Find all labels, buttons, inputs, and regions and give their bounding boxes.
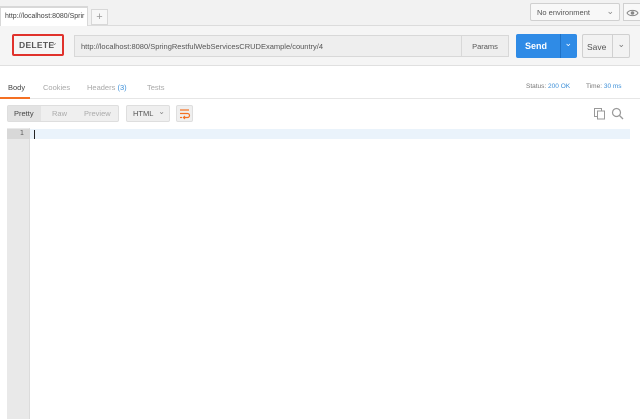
view-mode-group: Pretty Raw Preview — [7, 105, 119, 122]
eye-icon — [626, 9, 639, 17]
text-cursor — [34, 130, 35, 139]
headers-count-badge: (3) — [117, 83, 127, 92]
url-input[interactable]: http://localhost:8080/SpringRestfulWebSe… — [74, 35, 461, 57]
chevron-down-icon: ⌄ — [158, 107, 165, 116]
tab-body[interactable]: Body — [8, 83, 25, 92]
save-label: Save — [587, 42, 607, 52]
environment-quick-look-button[interactable] — [623, 3, 640, 21]
request-tab-label: http://localhost:8080/Sprir — [5, 13, 85, 20]
tab-tests[interactable]: Tests — [147, 83, 165, 92]
line-number-gutter — [7, 128, 30, 419]
wrap-lines-button[interactable] — [176, 105, 193, 122]
format-label: HTML — [133, 109, 154, 118]
params-button[interactable]: Params — [461, 35, 509, 57]
time-label: Time: — [586, 83, 603, 90]
response-body-editor[interactable]: 1 — [7, 128, 630, 419]
status-value: 200 OK — [548, 83, 571, 90]
copy-icon[interactable] — [593, 107, 606, 120]
mode-preview[interactable]: Preview — [84, 109, 111, 118]
tab-cookies[interactable]: Cookies — [43, 83, 70, 92]
method-select[interactable]: DELETE ⌄ — [12, 34, 64, 56]
response-toolbar: Pretty Raw Preview HTML ⌄ — [0, 99, 640, 128]
chevron-down-icon: ⌄ — [606, 6, 614, 16]
active-line-highlight — [30, 129, 630, 139]
response-status: Status: 200 OK — [526, 83, 570, 90]
save-divider — [612, 35, 613, 57]
request-bar: DELETE ⌄ http://localhost:8080/SpringRes… — [0, 26, 640, 66]
response-time: Time: 30 ms — [586, 83, 622, 90]
send-button[interactable]: Send ⌄ — [516, 34, 577, 58]
chevron-down-icon[interactable]: ⌄ — [617, 39, 625, 50]
search-icon[interactable] — [611, 107, 624, 120]
params-label: Params — [472, 42, 498, 51]
environment-select[interactable]: No environment ⌄ — [530, 3, 620, 21]
tab-bar: http://localhost:8080/Sprir + No environ… — [0, 0, 640, 27]
tab-headers[interactable]: Headers (3) — [87, 83, 127, 92]
url-text: http://localhost:8080/SpringRestfulWebSe… — [81, 42, 324, 51]
mode-raw[interactable]: Raw — [52, 109, 67, 118]
send-label: Send — [525, 41, 548, 51]
tab-headers-label: Headers — [87, 83, 116, 92]
mode-pretty[interactable]: Pretty — [14, 109, 34, 118]
new-tab-button[interactable]: + — [91, 9, 108, 25]
status-label: Status: — [526, 83, 547, 90]
save-button[interactable]: Save ⌄ — [582, 34, 630, 58]
time-value: 30 ms — [603, 83, 622, 90]
chevron-down-icon[interactable]: ⌄ — [564, 38, 572, 49]
environment-select-label: No environment — [537, 8, 590, 17]
response-tabs: Body Cookies Headers (3) Tests Status: 2… — [0, 77, 640, 99]
format-select[interactable]: HTML ⌄ — [126, 105, 170, 122]
send-divider — [560, 34, 561, 58]
request-tab[interactable]: http://localhost:8080/Sprir — [0, 6, 88, 27]
method-label: DELETE — [19, 40, 55, 50]
plus-icon: + — [96, 11, 103, 23]
line-number: 1 — [7, 129, 30, 139]
chevron-down-icon: ⌄ — [50, 38, 58, 47]
wrap-lines-icon — [180, 109, 191, 120]
